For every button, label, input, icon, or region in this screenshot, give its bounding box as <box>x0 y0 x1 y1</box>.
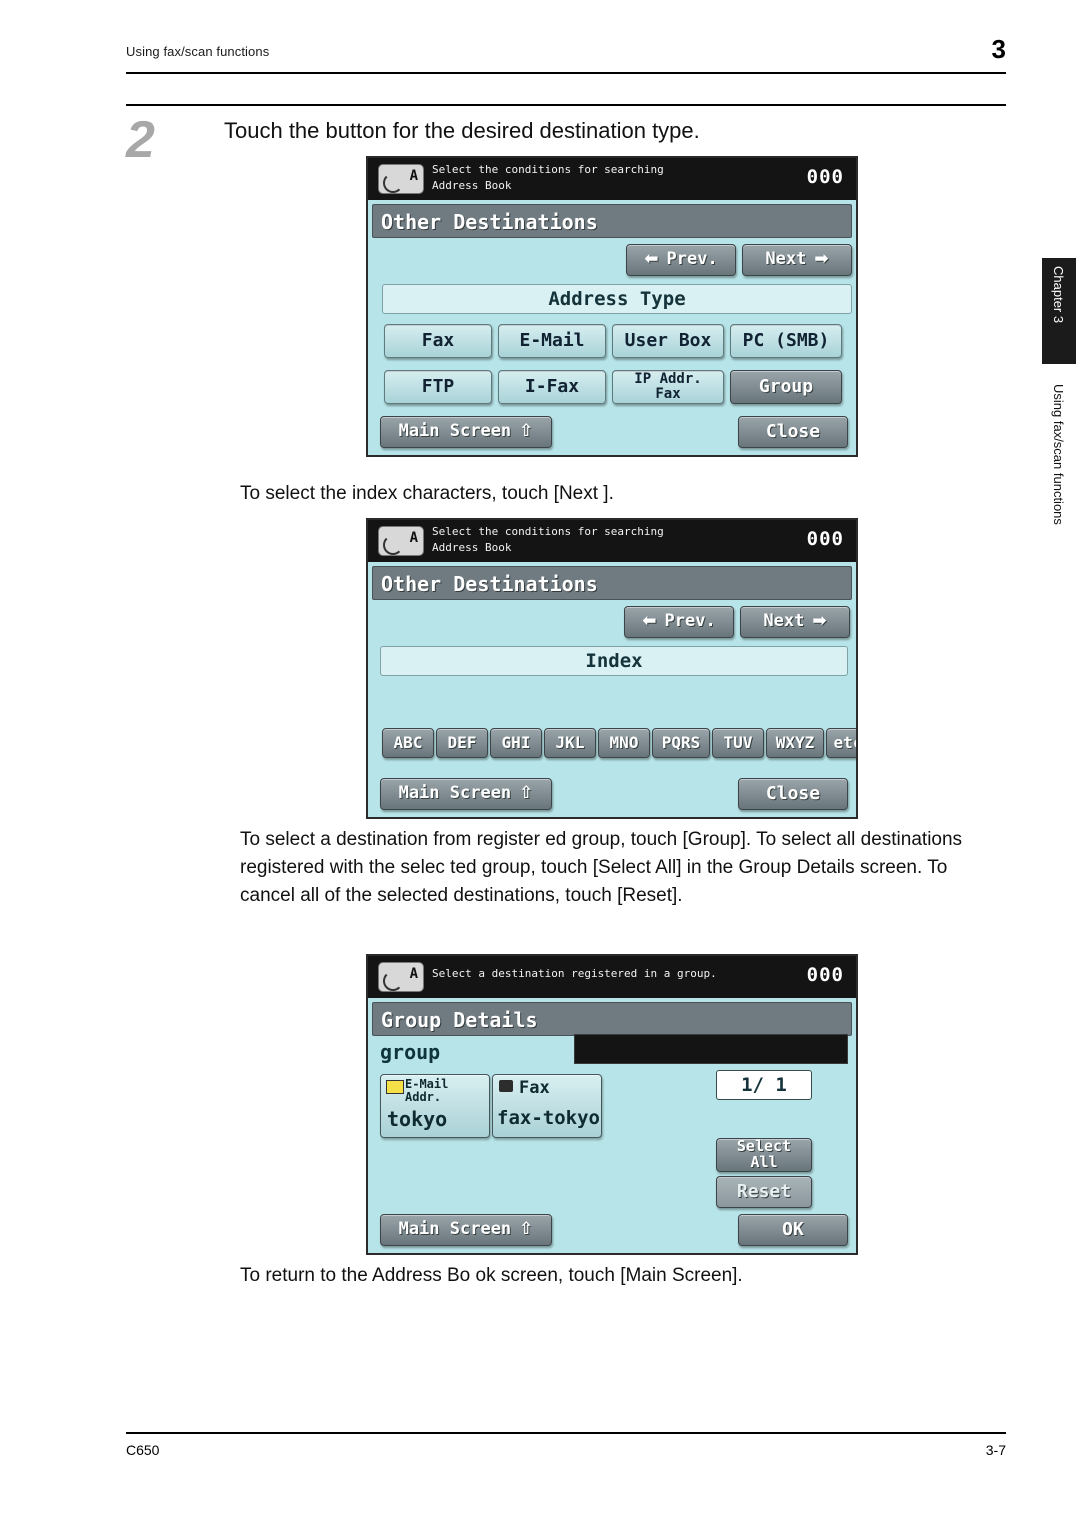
index-button-jkl[interactable]: JKL <box>544 728 596 758</box>
index-button-def[interactable]: DEF <box>436 728 488 758</box>
index-button-pqrs[interactable]: PQRS <box>652 728 710 758</box>
chapter-number: 3 <box>991 34 1006 64</box>
job-counter: 000 <box>806 528 844 550</box>
up-arrow-icon: ⇧ <box>519 421 534 442</box>
header-divider <box>126 72 1006 74</box>
destination-type-fax[interactable]: Fax <box>384 324 492 358</box>
main-screen-button[interactable]: Main Screen ⇧ <box>380 1214 552 1246</box>
arrow-left-icon: ⬅ <box>642 611 657 632</box>
destination-type-email[interactable]: E-Mail <box>498 324 606 358</box>
envelope-icon <box>386 1080 404 1094</box>
paragraph-index-hint: To select the index characters, touch [N… <box>240 483 614 504</box>
arrow-left-icon: ⬅ <box>644 249 659 270</box>
destination-type-pc-smb[interactable]: PC (SMB) <box>730 324 842 358</box>
step-number: 2 <box>126 111 155 169</box>
chapter-tab: Chapter 3 <box>1042 258 1076 364</box>
screen-title: Other Destinations <box>372 566 852 600</box>
next-button[interactable]: Next ➡ <box>740 606 850 638</box>
destination-type-label: E-Mail Addr. <box>405 1077 449 1104</box>
footer-page-number: 3-7 <box>985 1442 1006 1458</box>
address-type-label: Address Type <box>382 284 852 314</box>
arrow-right-icon: ➡ <box>812 611 827 632</box>
index-button-wxyz[interactable]: WXYZ <box>766 728 824 758</box>
main-screen-button[interactable]: Main Screen ⇧ <box>380 778 552 810</box>
paragraph-main-screen-hint: To return to the Address Bo ok screen, t… <box>240 1265 743 1286</box>
reset-button[interactable]: Reset <box>716 1176 812 1208</box>
lcd-other-destinations-address-type[interactable]: A Select the conditions for searching Ad… <box>366 156 858 457</box>
footer-model: C650 <box>126 1442 160 1458</box>
section-tab-label: Using fax/scan functions <box>1051 384 1066 525</box>
step-title: Touch the button for the desired destina… <box>224 118 700 143</box>
search-value-field[interactable] <box>574 1034 848 1064</box>
paragraph-group-hint: To select a destination from register ed… <box>240 829 963 906</box>
lcd-status-bar: A Select the conditions for searching Ad… <box>368 520 856 562</box>
prev-button[interactable]: ⬅ Prev. <box>624 606 734 638</box>
destination-type-ftp[interactable]: FTP <box>384 370 492 404</box>
running-head: Using fax/scan functions <box>126 44 270 59</box>
lcd-group-details[interactable]: A Select a destination registered in a g… <box>366 954 858 1255</box>
status-message: Select the conditions for searching Addr… <box>432 163 664 192</box>
up-arrow-icon: ⇧ <box>519 1219 534 1240</box>
lcd-other-destinations-index[interactable]: A Select the conditions for searching Ad… <box>366 518 858 819</box>
address-book-icon: A <box>378 962 424 992</box>
status-message: Select the conditions for searching Addr… <box>432 525 664 554</box>
destination-type-group[interactable]: Group <box>730 370 842 404</box>
index-label: Index <box>380 646 848 676</box>
page-header: Using fax/scan functions 3 <box>126 34 1006 64</box>
close-button[interactable]: Close <box>738 778 848 810</box>
address-book-icon: A <box>378 526 424 556</box>
job-counter: 000 <box>806 166 844 188</box>
index-button-ghi[interactable]: GHI <box>490 728 542 758</box>
index-button-abc[interactable]: ABC <box>382 728 434 758</box>
destination-name-label: tokyo <box>387 1107 448 1131</box>
arrow-right-icon: ➡ <box>814 249 829 270</box>
screen-title: Other Destinations <box>372 204 852 238</box>
section-tab: Using fax/scan functions <box>1042 378 1076 568</box>
screen-title: Group Details <box>372 1002 852 1036</box>
address-book-icon: A <box>378 164 424 194</box>
index-button-tuv[interactable]: TUV <box>712 728 764 758</box>
footer-divider <box>126 1432 1006 1434</box>
destination-type-ip-addr-fax[interactable]: IP Addr. Fax <box>612 370 724 404</box>
status-message: Select a destination registered in a gro… <box>432 967 717 980</box>
lcd-status-bar: A Select a destination registered in a g… <box>368 956 856 998</box>
close-button[interactable]: Close <box>738 416 848 448</box>
ok-button[interactable]: OK <box>738 1214 848 1246</box>
index-button-etc[interactable]: etc <box>826 728 856 758</box>
destination-card-email[interactable]: E-Mail Addr. tokyo <box>380 1074 490 1138</box>
job-counter: 000 <box>806 964 844 986</box>
lcd-status-bar: A Select the conditions for searching Ad… <box>368 158 856 200</box>
next-button[interactable]: Next ➡ <box>742 244 852 276</box>
destination-type-ifax[interactable]: I-Fax <box>498 370 606 404</box>
destination-type-user-box[interactable]: User Box <box>612 324 724 358</box>
select-all-button[interactable]: Select All <box>716 1138 812 1172</box>
chapter-tab-label: Chapter 3 <box>1051 266 1066 324</box>
step-divider <box>126 104 1006 106</box>
prev-button[interactable]: ⬅ Prev. <box>626 244 736 276</box>
fax-icon <box>499 1080 513 1092</box>
page-indicator: 1/ 1 <box>716 1070 812 1100</box>
destination-type-label: Fax <box>519 1078 550 1098</box>
destination-card-fax[interactable]: Fax fax-tokyo <box>492 1074 602 1138</box>
main-screen-button[interactable]: Main Screen ⇧ <box>380 416 552 448</box>
index-button-mno[interactable]: MNO <box>598 728 650 758</box>
destination-name-label: fax-tokyo <box>497 1107 600 1129</box>
group-name-label: group <box>380 1040 441 1064</box>
up-arrow-icon: ⇧ <box>519 783 534 804</box>
